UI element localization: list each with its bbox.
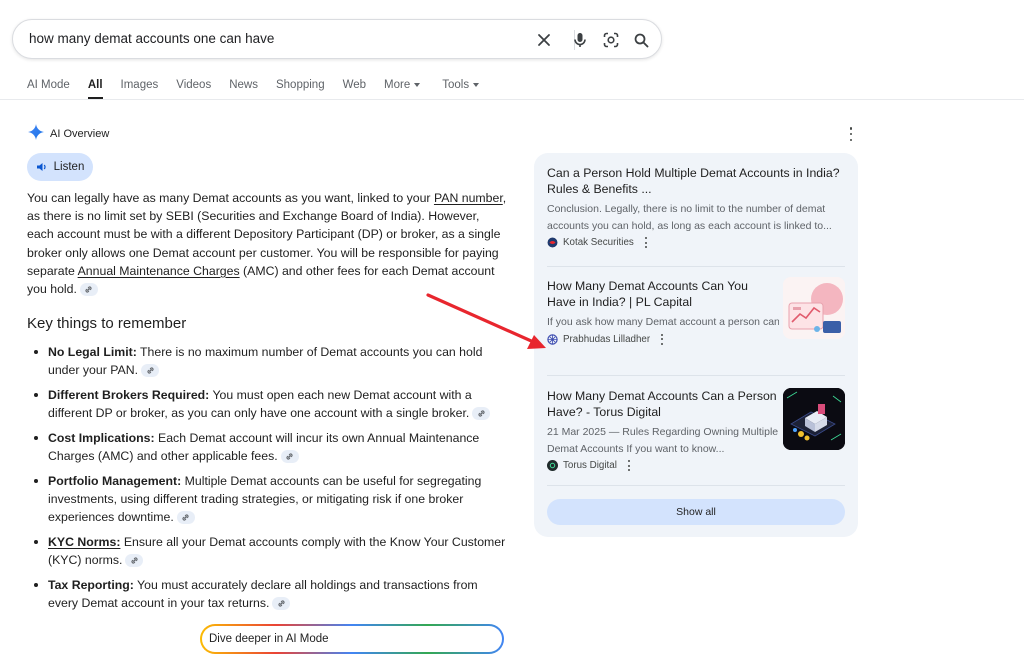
list-item: No Legal Limit: There is no maximum numb…	[32, 343, 507, 379]
source-thumbnail[interactable]	[783, 388, 845, 450]
list-item: KYC Norms: Ensure all your Demat account…	[32, 533, 507, 569]
link-icon[interactable]	[272, 597, 291, 611]
source-title[interactable]: Can a Person Hold Multiple Demat Account…	[547, 166, 845, 197]
tab-more[interactable]: More	[384, 77, 421, 93]
speaker-icon	[36, 163, 46, 171]
source-name: Prabhudas Lilladher	[563, 333, 651, 345]
source-snippet: If you ask how many Demat account a pers…	[547, 316, 779, 328]
list-item: Tax Reporting: You must accurately decla…	[32, 576, 507, 612]
tab-all[interactable]: All	[87, 77, 103, 99]
dive-deeper-label: Dive deeper in AI Mode	[209, 633, 329, 645]
ai-overview-header: AI Overview	[28, 124, 109, 143]
search-icon[interactable]	[630, 29, 652, 51]
tab-web[interactable]: Web	[343, 77, 366, 93]
lens-icon[interactable]	[600, 29, 622, 51]
search-input[interactable]: how many demat accounts one can have	[29, 31, 274, 46]
tab-videos[interactable]: Videos	[176, 77, 211, 93]
source-title[interactable]: How Many Demat Accounts Can a Person Hav…	[547, 389, 779, 420]
tab-shopping[interactable]: Shopping	[276, 77, 325, 93]
ai-overview-title: AI Overview	[50, 127, 110, 140]
list-item: Cost Implications: Each Demat account wi…	[32, 429, 507, 465]
source-card[interactable]: Can a Person Hold Multiple Demat Account…	[547, 166, 845, 248]
pan-number-link[interactable]: PAN number	[434, 191, 503, 205]
source-card[interactable]: How Many Demat Accounts Can You Have in …	[547, 279, 779, 345]
link-icon[interactable]	[125, 554, 144, 568]
tab-ai-mode[interactable]: AI Mode	[27, 77, 70, 93]
chevron-down-icon	[414, 83, 421, 87]
link-icon[interactable]	[280, 450, 299, 464]
show-all-button[interactable]: Show all	[547, 499, 845, 525]
mic-icon[interactable]	[569, 29, 591, 51]
tab-tools[interactable]: Tools	[442, 77, 480, 93]
key-things-heading: Key things to remember	[27, 315, 187, 332]
link-icon[interactable]	[141, 364, 159, 378]
overview-paragraph: You can legally have as many Demat accou…	[27, 189, 507, 298]
source-more-icon[interactable]	[643, 237, 649, 248]
prabhudas-logo-icon	[547, 333, 558, 345]
para-text: You can legally have as many Demat accou…	[27, 191, 434, 205]
source-card[interactable]: How Many Demat Accounts Can a Person Hav…	[547, 389, 779, 471]
list-item: Different Brokers Required: You must ope…	[32, 386, 507, 422]
list-item: Portfolio Management: Multiple Demat acc…	[32, 472, 507, 527]
chevron-down-icon	[473, 83, 480, 87]
source-more-icon[interactable]	[659, 333, 665, 345]
source-site: Kotak Securities	[547, 237, 845, 248]
close-icon[interactable]	[533, 29, 555, 51]
search-tabs: AI Mode All Images Videos News Shopping …	[27, 77, 497, 99]
kotak-logo-icon	[547, 237, 558, 248]
show-all-label: Show all	[676, 506, 716, 518]
tab-images[interactable]: Images	[121, 77, 159, 93]
overview-more-icon[interactable]	[846, 127, 856, 141]
gemini-spark-icon	[28, 124, 44, 143]
card-divider	[547, 266, 845, 267]
search-box[interactable]: how many demat accounts one can have	[12, 19, 662, 59]
link-icon[interactable]	[472, 407, 491, 421]
card-divider	[547, 375, 845, 376]
source-snippet: 21 Mar 2025 — Rules Regarding Owning Mul…	[547, 426, 779, 455]
source-site: Prabhudas Lilladher	[547, 333, 779, 345]
link-icon[interactable]	[79, 283, 98, 297]
source-snippet: Conclusion. Legally, there is no limit t…	[547, 203, 832, 232]
source-title[interactable]: How Many Demat Accounts Can You Have in …	[547, 279, 779, 310]
listen-label: Listen	[53, 161, 85, 173]
tab-news[interactable]: News	[229, 77, 258, 93]
listen-button[interactable]: Listen	[27, 153, 93, 181]
source-thumbnail[interactable]	[783, 277, 845, 339]
dive-deeper-button[interactable]: Dive deeper in AI Mode	[200, 624, 504, 654]
source-name: Torus Digital	[563, 460, 617, 471]
sources-panel: Can a Person Hold Multiple Demat Account…	[534, 153, 858, 537]
source-name: Kotak Securities	[563, 237, 634, 248]
tabs-divider	[0, 99, 1024, 100]
source-site: Torus Digital	[547, 460, 779, 471]
amc-link[interactable]: Annual Maintenance Charges	[78, 264, 240, 278]
source-more-icon[interactable]	[626, 460, 632, 471]
torus-logo-icon	[547, 460, 558, 471]
card-divider	[547, 485, 845, 486]
key-things-list: No Legal Limit: There is no maximum numb…	[32, 343, 507, 619]
link-icon[interactable]	[176, 511, 195, 525]
